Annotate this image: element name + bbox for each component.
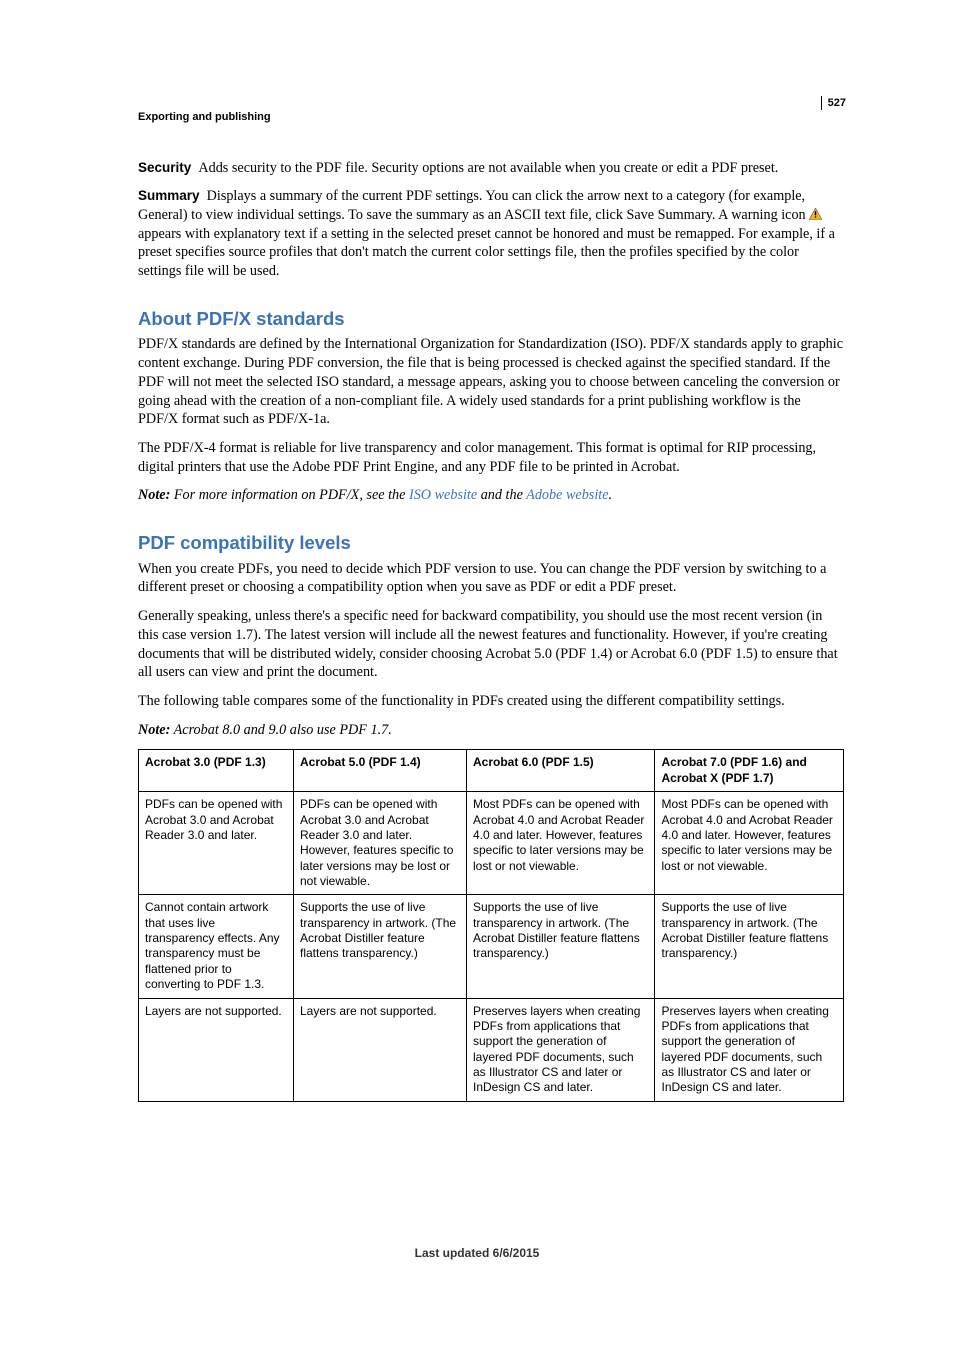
pdfx-p1: PDF/X standards are defined by the Inter… (138, 335, 844, 429)
footer-last-updated: Last updated 6/6/2015 (0, 1246, 954, 1262)
security-label: Security (138, 160, 191, 175)
compat-p3: The following table compares some of the… (138, 692, 844, 711)
table-cell: Most PDFs can be opened with Acrobat 4.0… (466, 792, 655, 895)
table-cell: Supports the use of live transparency in… (655, 895, 844, 998)
table-header: Acrobat 6.0 (PDF 1.5) (466, 750, 655, 792)
summary-label: Summary (138, 188, 200, 203)
note-suffix: . (609, 487, 613, 503)
note-label: Note: (138, 722, 170, 738)
security-paragraph: Security Adds security to the PDF file. … (138, 159, 844, 178)
pdfx-note: Note: For more information on PDF/X, see… (138, 486, 844, 505)
table-cell: Preserves layers when creating PDFs from… (466, 998, 655, 1101)
table-header: Acrobat 5.0 (PDF 1.4) (293, 750, 466, 792)
compat-p1: When you create PDFs, you need to decide… (138, 560, 844, 597)
table-cell: Layers are not supported. (293, 998, 466, 1101)
breadcrumb: Exporting and publishing (138, 110, 844, 125)
warning-icon (809, 207, 822, 219)
heading-compat: PDF compatibility levels (138, 531, 844, 555)
pdfx-p2: The PDF/X-4 format is reliable for live … (138, 439, 844, 476)
note-prefix: For more information on PDF/X, see the (170, 487, 409, 503)
table-cell: PDFs can be opened with Acrobat 3.0 and … (293, 792, 466, 895)
table-row: PDFs can be opened with Acrobat 3.0 and … (139, 792, 844, 895)
adobe-website-link[interactable]: Adobe website (526, 487, 608, 503)
table-cell: Preserves layers when creating PDFs from… (655, 998, 844, 1101)
table-header: Acrobat 3.0 (PDF 1.3) (139, 750, 294, 792)
table-header: Acrobat 7.0 (PDF 1.6) and Acrobat X (PDF… (655, 750, 844, 792)
heading-pdfx: About PDF/X standards (138, 307, 844, 331)
table-cell: Cannot contain artwork that uses live tr… (139, 895, 294, 998)
compat-note: Note: Acrobat 8.0 and 9.0 also use PDF 1… (138, 721, 844, 740)
table-row: Layers are not supported. Layers are not… (139, 998, 844, 1101)
compat-p2: Generally speaking, unless there's a spe… (138, 607, 844, 682)
note-mid: and the (477, 487, 526, 503)
table-cell: Layers are not supported. (139, 998, 294, 1101)
table-cell: PDFs can be opened with Acrobat 3.0 and … (139, 792, 294, 895)
table-row: Cannot contain artwork that uses live tr… (139, 895, 844, 998)
security-text: Adds security to the PDF file. Security … (198, 160, 778, 176)
page-number: 527 (821, 96, 846, 111)
table-cell: Most PDFs can be opened with Acrobat 4.0… (655, 792, 844, 895)
summary-text-after: appears with explanatory text if a setti… (138, 226, 835, 279)
compatibility-table: Acrobat 3.0 (PDF 1.3) Acrobat 5.0 (PDF 1… (138, 749, 844, 1101)
table-header-row: Acrobat 3.0 (PDF 1.3) Acrobat 5.0 (PDF 1… (139, 750, 844, 792)
note-text: Acrobat 8.0 and 9.0 also use PDF 1.7. (170, 722, 391, 738)
iso-website-link[interactable]: ISO website (409, 487, 477, 503)
table-cell: Supports the use of live transparency in… (466, 895, 655, 998)
note-label: Note: (138, 487, 170, 503)
summary-paragraph: Summary Displays a summary of the curren… (138, 187, 844, 281)
table-cell: Supports the use of live transparency in… (293, 895, 466, 998)
summary-text-before: Displays a summary of the current PDF se… (138, 188, 809, 223)
